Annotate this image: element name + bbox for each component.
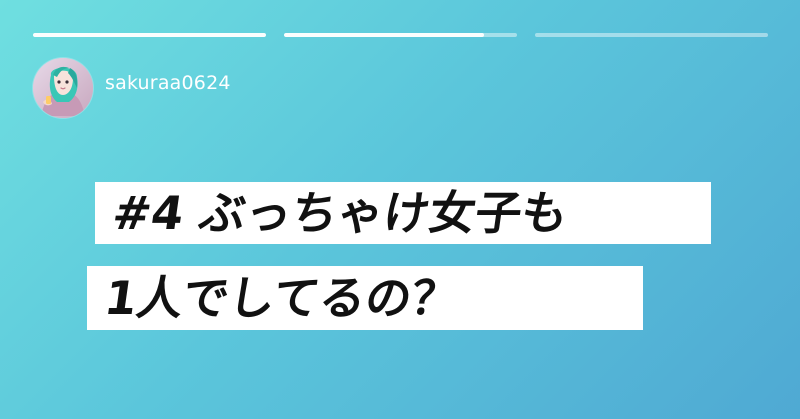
title-line-1: #4 ぶっちゃけ女子も — [95, 182, 711, 244]
story-progress-fill-1 — [33, 33, 266, 37]
avatar[interactable] — [33, 58, 93, 118]
avatar-illustration-icon — [33, 58, 93, 118]
title-line-1-text: #4 ぶっちゃけ女子も — [109, 186, 572, 240]
story-progress-segment-3 — [535, 33, 768, 37]
title-line-2: 1人でしてるの？ — [87, 266, 643, 330]
story-viewer: sakuraa0624 #4 ぶっちゃけ女子も 1人でしてるの？ — [0, 0, 800, 419]
story-progress-fill-2 — [284, 33, 485, 37]
story-progress-segment-2 — [284, 33, 517, 37]
story-progress-segment-1 — [33, 33, 266, 37]
username[interactable]: sakuraa0624 — [105, 72, 231, 94]
title-line-2-text: 1人でしてるの？ — [101, 271, 462, 325]
story-user-header[interactable]: sakuraa0624 — [33, 58, 231, 118]
story-progress-bar — [33, 33, 768, 37]
